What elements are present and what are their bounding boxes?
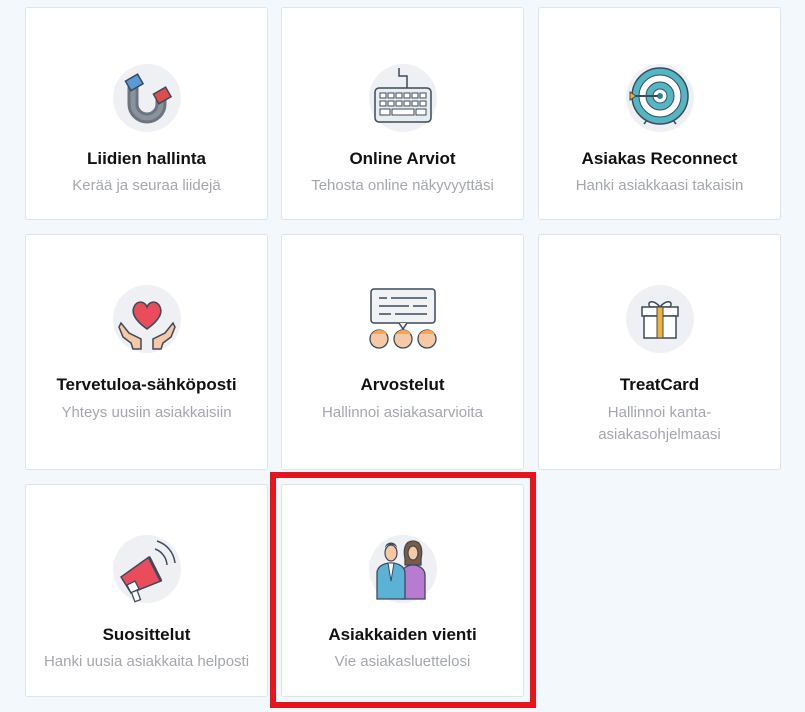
card-title: Asiakas Reconnect [581,149,738,168]
card-title: Asiakkaiden vienti [328,625,477,644]
card-title: Suosittelut [102,625,191,644]
card-title: Tervetuloa-sähköposti [56,375,237,394]
card-liidien-hallinta[interactable]: Liidien hallinta Kerää ja seuraa liidejä [25,7,268,220]
card-title: Arvostelut [360,375,445,394]
card-description: Hanki asiakkaasi takaisin [575,177,744,194]
target-icon [625,64,694,132]
heart-hands-icon [112,285,181,353]
card-title: Online Arviot [349,149,456,168]
card-description: Yhteys uusiin asiakkaisiin [61,404,232,421]
card-asiakas-reconnect[interactable]: Asiakas Reconnect Hanki asiakkaasi takai… [538,7,781,220]
review-board-icon [368,285,437,353]
card-description: Tehosta online näkyvyyttäsi [311,177,494,194]
megaphone-icon [112,535,181,603]
card-asiakkaiden-vienti[interactable]: Asiakkaiden vienti Vie asiakasluettelosi [281,484,524,697]
card-description: Hanki uusia asiakkaita helposti [43,653,250,670]
card-description: Hallinnoi asiakasarvioita [322,404,483,421]
card-arvostelut[interactable]: Arvostelut Hallinnoi asiakasarvioita [281,234,524,470]
card-title: TreatCard [619,375,700,394]
gift-icon [625,285,694,353]
card-tervetuloa-sahkoposti[interactable]: Tervetuloa-sähköposti Yhteys uusiin asia… [25,234,268,470]
card-treatcard[interactable]: TreatCard Hallinnoi kanta-asiakasohjelma… [538,234,781,470]
card-description: Hallinnoi kanta-asiakasohjelmaasi [598,404,721,443]
magnet-icon [112,64,181,132]
card-online-arviot[interactable]: Online Arviot Tehosta online näkyvyyttäs… [281,7,524,220]
card-title: Liidien hallinta [86,149,206,168]
card-description: Vie asiakasluettelosi [334,653,471,670]
card-description: Kerää ja seuraa liidejä [72,177,221,194]
card-suosittelut[interactable]: Suosittelut Hanki uusia asiakkaita helpo… [25,484,268,697]
keyboard-icon [368,64,437,132]
people-icon [368,535,437,603]
